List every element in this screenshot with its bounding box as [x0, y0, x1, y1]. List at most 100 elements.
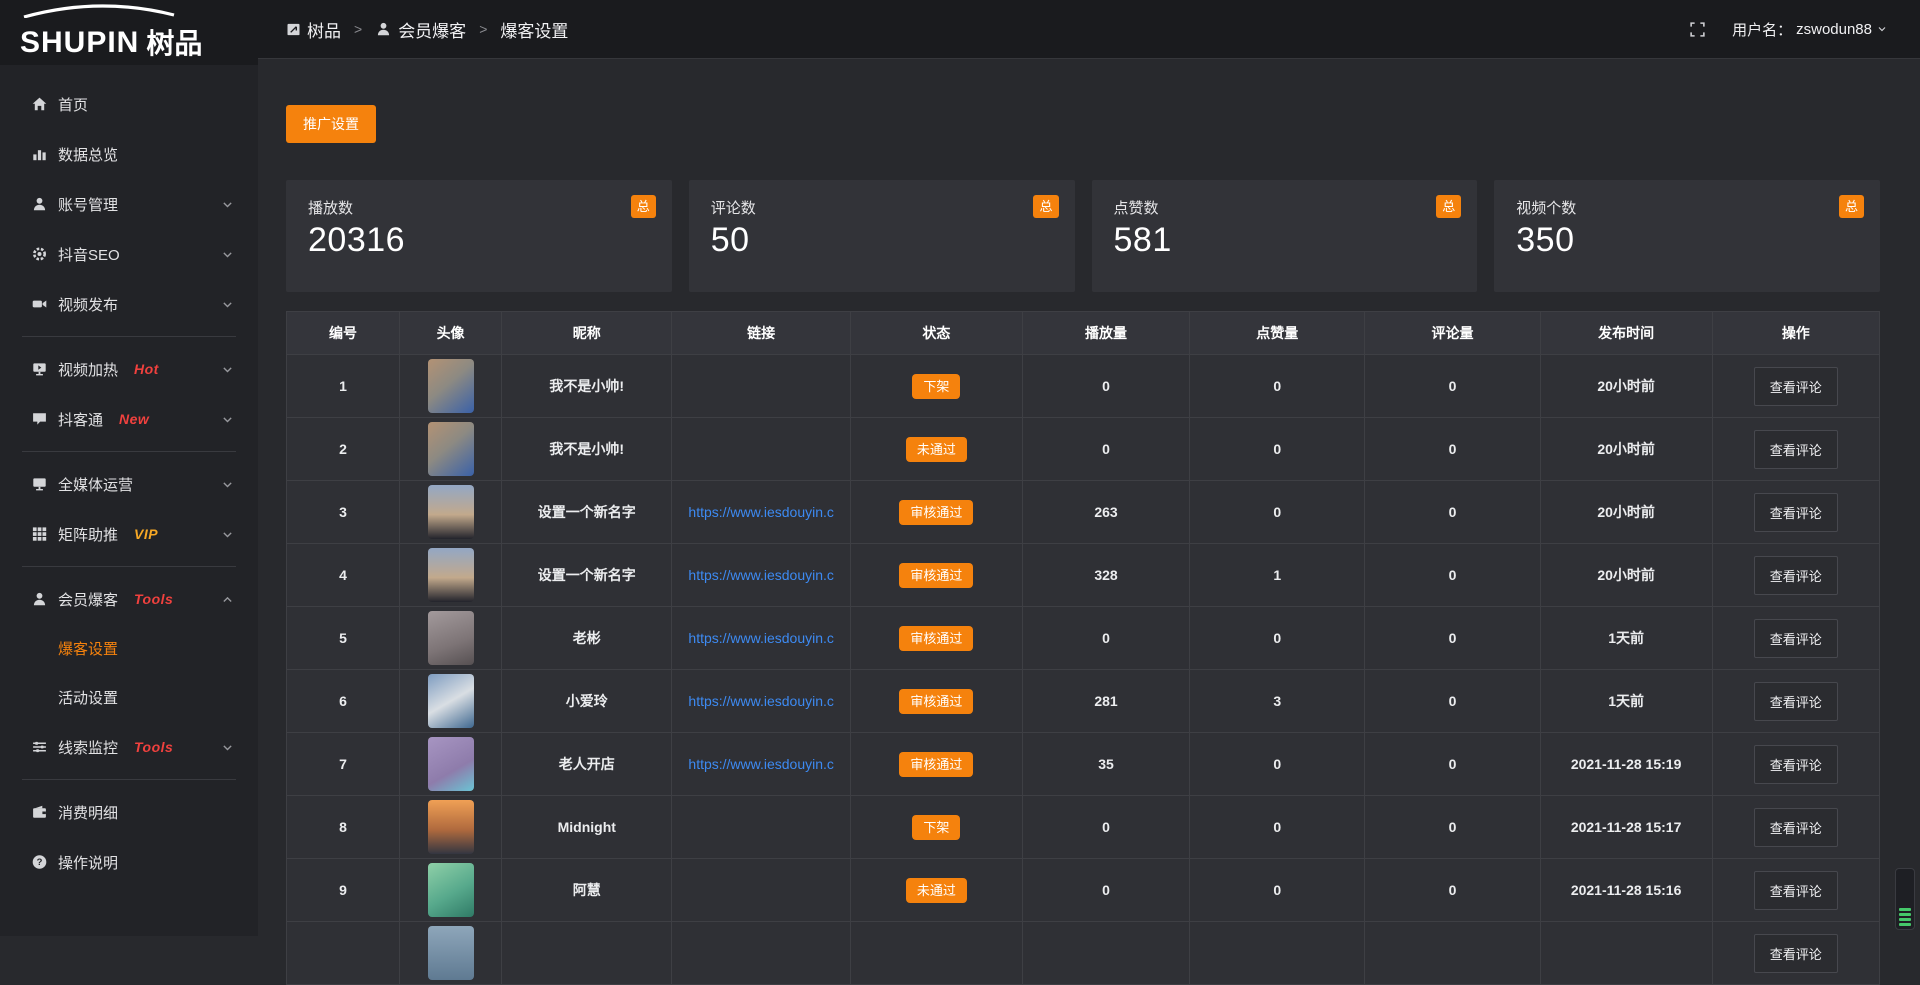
table-row: 5老彬https://www.iesdouyin.c审核通过0001天前查看评论	[287, 607, 1880, 670]
topbar-right: 用户名：zswodun88	[1689, 19, 1888, 40]
status-badge: 下架	[912, 815, 960, 840]
cell-time: 20小时前	[1540, 544, 1712, 607]
cell-link: https://www.iesdouyin.c	[672, 607, 850, 670]
video-link[interactable]: https://www.iesdouyin.c	[688, 630, 834, 646]
sidebar-item-douyin-seo[interactable]: 抖音SEO	[0, 229, 258, 279]
sidebar-item-member-baoke[interactable]: 会员爆客Tools	[0, 574, 258, 624]
app-root: SHUPIN 树品 首页数据总览账号管理抖音SEO视频发布视频加热Hot抖客通N…	[0, 0, 1920, 936]
view-comments-button[interactable]: 查看评论	[1754, 871, 1838, 910]
stat-card-total-badge: 总	[1436, 195, 1461, 218]
cell-status: 审核通过	[850, 481, 1022, 544]
stat-card-value: 350	[1516, 221, 1858, 260]
content: 推广设置 播放数20316总评论数50总点赞数581总视频个数350总 编号头像…	[258, 59, 1920, 985]
column-header-likes: 点赞量	[1190, 312, 1365, 355]
cell-action: 查看评论	[1712, 796, 1879, 859]
cell-id: 8	[287, 796, 400, 859]
sidebar-item-operation-guide[interactable]: ?操作说明	[0, 837, 258, 887]
avatar	[428, 422, 474, 476]
cell-status: 下架	[850, 355, 1022, 418]
sidebar-item-matrix-boost[interactable]: 矩阵助推VIP	[0, 509, 258, 559]
home-icon	[30, 96, 48, 112]
sidebar-item-data-overview[interactable]: 数据总览	[0, 129, 258, 179]
breadcrumb-item-baoke-settings[interactable]: 爆客设置	[500, 17, 568, 42]
view-comments-button[interactable]: 查看评论	[1754, 367, 1838, 406]
view-comments-button[interactable]: 查看评论	[1754, 934, 1838, 973]
chevron-down-icon	[221, 528, 234, 541]
cell-action: 查看评论	[1712, 922, 1879, 985]
cell-id: 3	[287, 481, 400, 544]
column-header-status: 状态	[850, 312, 1022, 355]
stat-card: 评论数50总	[689, 180, 1075, 292]
cell-id: 7	[287, 733, 400, 796]
chevron-down-icon	[221, 413, 234, 426]
breadcrumb-item-member-baoke[interactable]: 会员爆客	[375, 17, 466, 42]
status-badge: 审核通过	[899, 500, 973, 525]
cell-action: 查看评论	[1712, 859, 1879, 922]
user-menu[interactable]: 用户名：zswodun88	[1732, 19, 1888, 40]
video-link[interactable]: https://www.iesdouyin.c	[688, 504, 834, 520]
cell-id: 9	[287, 859, 400, 922]
sidebar-item-label: 抖客通	[58, 409, 103, 430]
menu-divider	[22, 336, 236, 337]
sidebar-item-account-management[interactable]: 账号管理	[0, 179, 258, 229]
stat-card: 视频个数350总	[1494, 180, 1880, 292]
sidebar-item-label: 消费明细	[58, 802, 118, 823]
cell-link: https://www.iesdouyin.c	[672, 733, 850, 796]
sidebar-item-label: 矩阵助推	[58, 524, 118, 545]
logo: SHUPIN 树品	[0, 0, 258, 65]
chevron-down-icon	[221, 478, 234, 491]
view-comments-button[interactable]: 查看评论	[1754, 493, 1838, 532]
sidebar-item-video-heat[interactable]: 视频加热Hot	[0, 344, 258, 394]
submenu-item-activity-settings[interactable]: 活动设置	[0, 673, 258, 722]
avatar	[428, 548, 474, 602]
breadcrumb-label: 会员爆客	[398, 17, 466, 42]
cell-likes: 3	[1190, 670, 1365, 733]
cell-id: 2	[287, 418, 400, 481]
view-comments-button[interactable]: 查看评论	[1754, 682, 1838, 721]
cell-status	[850, 922, 1022, 985]
view-comments-button[interactable]: 查看评论	[1754, 745, 1838, 784]
view-comments-button[interactable]: 查看评论	[1754, 619, 1838, 658]
sidebar-item-badge: Tools	[134, 591, 173, 607]
column-header-link: 链接	[672, 312, 850, 355]
scroll-indicator[interactable]	[1895, 868, 1915, 930]
promo-settings-button[interactable]: 推广设置	[286, 105, 376, 143]
cell-link	[672, 355, 850, 418]
stat-card-value: 20316	[308, 221, 650, 260]
cell-comments: 0	[1365, 481, 1540, 544]
cell-plays	[1022, 922, 1189, 985]
breadcrumb: 树品 > 会员爆客 > 爆客设置	[286, 17, 568, 42]
video-link[interactable]: https://www.iesdouyin.c	[688, 567, 834, 583]
scroll-indicator-stripe	[1899, 923, 1911, 926]
sidebar-item-media-operation[interactable]: 全媒体运营	[0, 459, 258, 509]
cell-likes: 0	[1190, 796, 1365, 859]
member-icon	[30, 591, 48, 607]
breadcrumb-separator: >	[354, 21, 362, 37]
screen-icon	[286, 22, 301, 37]
sidebar-item-home[interactable]: 首页	[0, 79, 258, 129]
view-comments-button[interactable]: 查看评论	[1754, 430, 1838, 469]
sidebar-item-clue-monitor[interactable]: 线索监控Tools	[0, 722, 258, 772]
sidebar-item-expense-detail[interactable]: 消费明细	[0, 787, 258, 837]
cell-comments: 0	[1365, 607, 1540, 670]
breadcrumb-label: 爆客设置	[500, 17, 568, 42]
cell-time: 1天前	[1540, 607, 1712, 670]
breadcrumb-item-shupin[interactable]: 树品	[286, 17, 341, 42]
sidebar-item-label: 线索监控	[58, 737, 118, 758]
breadcrumb-separator: >	[479, 21, 487, 37]
chart-icon	[30, 146, 48, 162]
view-comments-button[interactable]: 查看评论	[1754, 808, 1838, 847]
column-header-nickname: 昵称	[502, 312, 672, 355]
cell-avatar	[400, 607, 502, 670]
cell-likes	[1190, 922, 1365, 985]
menu-divider	[22, 779, 236, 780]
view-comments-button[interactable]: 查看评论	[1754, 556, 1838, 595]
sidebar-item-douketong[interactable]: 抖客通New	[0, 394, 258, 444]
submenu-item-baoke-settings[interactable]: 爆客设置	[0, 624, 258, 673]
sidebar-item-video-publish[interactable]: 视频发布	[0, 279, 258, 329]
fullscreen-icon[interactable]	[1689, 21, 1706, 38]
cell-link: https://www.iesdouyin.c	[672, 544, 850, 607]
video-link[interactable]: https://www.iesdouyin.c	[688, 693, 834, 709]
cell-plays: 0	[1022, 418, 1189, 481]
video-link[interactable]: https://www.iesdouyin.c	[688, 756, 834, 772]
